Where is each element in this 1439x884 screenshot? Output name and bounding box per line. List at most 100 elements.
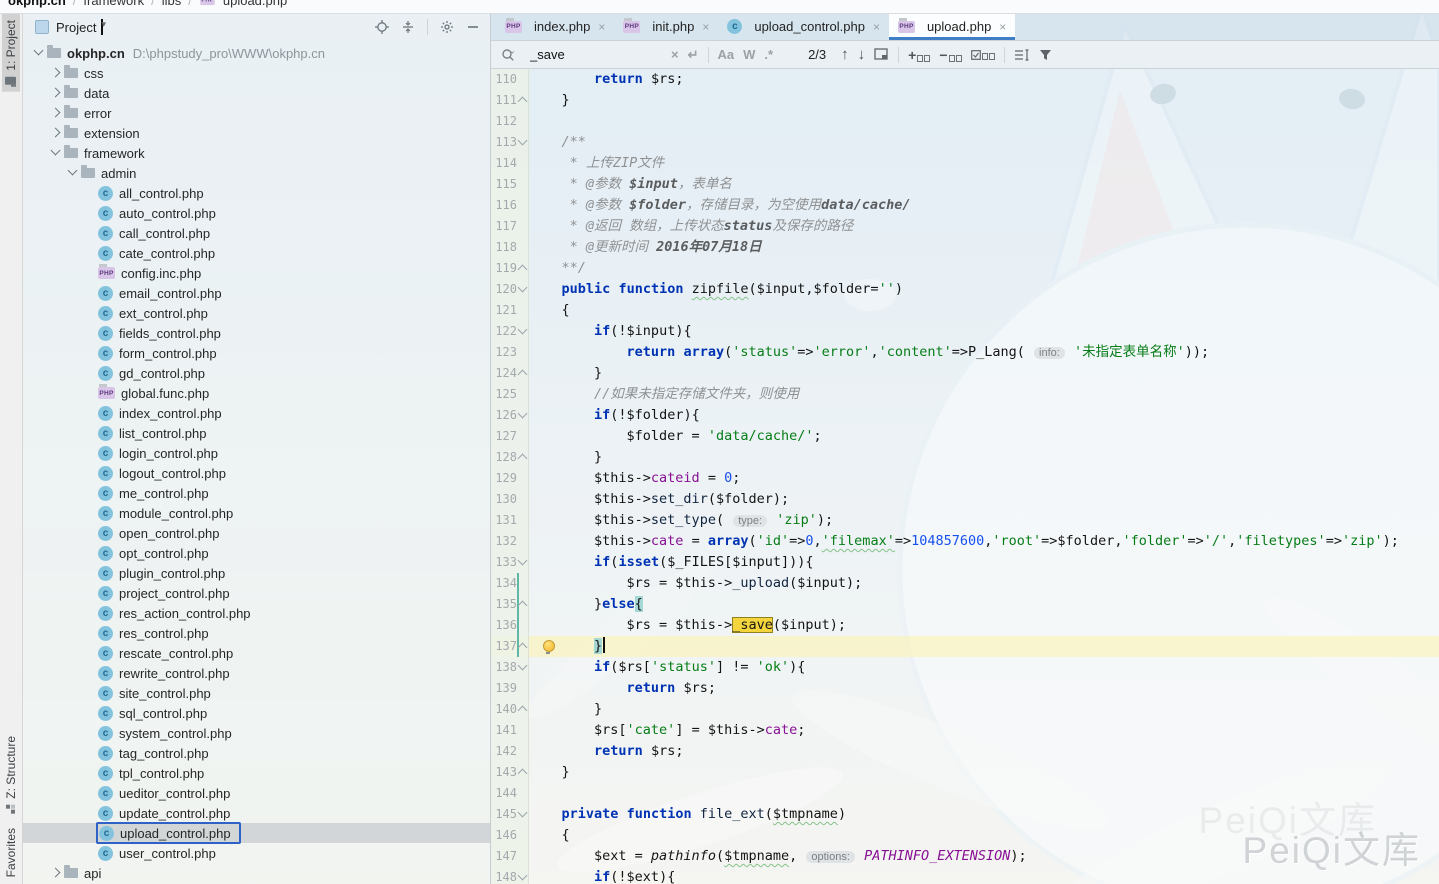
remove-occurrence-icon[interactable]: − — [939, 48, 961, 62]
tree-item-okphp-cn[interactable]: okphp.cnD:\phpstudy_pro\WWW\okphp.cn — [23, 43, 490, 63]
tab-init-php[interactable]: PHPinit.php× — [614, 13, 718, 40]
tree-item-user-control-php[interactable]: cuser_control.php — [23, 843, 490, 863]
tree-item-form-control-php[interactable]: cform_control.php — [23, 343, 490, 363]
tree-item-res-control-php[interactable]: cres_control.php — [23, 623, 490, 643]
select-all-occurrences-icon[interactable] — [874, 48, 889, 61]
code-text: $folder = 'data/cache/'; — [529, 426, 822, 447]
tool-button-structure[interactable]: Z: Structure — [2, 729, 20, 821]
fold-start-icon[interactable] — [518, 283, 528, 293]
fold-start-icon[interactable] — [518, 871, 528, 881]
tab-upload-php[interactable]: PHPupload.php× — [889, 13, 1015, 40]
fold-start-icon[interactable] — [518, 661, 528, 671]
tree-item-ueditor-control-php[interactable]: cueditor_control.php — [23, 783, 490, 803]
tree-item-framework[interactable]: framework — [23, 143, 490, 163]
breadcrumb-item-okphp-cn[interactable]: okphp.cn — [8, 0, 66, 8]
fold-end-icon[interactable] — [518, 601, 528, 611]
breadcrumb-item-framework[interactable]: framework — [83, 0, 144, 8]
tree-item-fields-control-php[interactable]: cfields_control.php — [23, 323, 490, 343]
newline-icon[interactable]: ↵ — [688, 47, 699, 63]
fold-start-icon[interactable] — [518, 325, 528, 335]
tree-item-logout-control-php[interactable]: clogout_control.php — [23, 463, 490, 483]
tool-button-favorites[interactable]: Favorites — [2, 821, 20, 884]
tree-item-index-control-php[interactable]: cindex_control.php — [23, 403, 490, 423]
tree-item-email-control-php[interactable]: cemail_control.php — [23, 283, 490, 303]
fold-start-icon[interactable] — [518, 808, 528, 818]
tree-item-tpl-control-php[interactable]: ctpl_control.php — [23, 763, 490, 783]
fold-end-icon[interactable] — [518, 769, 528, 779]
tool-button-favorites-label: Favorites — [4, 828, 18, 877]
tree-item-opt-control-php[interactable]: copt_control.php — [23, 543, 490, 563]
close-tab-icon[interactable]: × — [873, 20, 880, 34]
line-number: 137 — [491, 636, 517, 657]
select-occurrences-icon[interactable] — [971, 50, 995, 60]
close-tab-icon[interactable]: × — [598, 20, 605, 34]
match-case-toggle[interactable]: Aa — [718, 47, 735, 62]
collapse-all-icon[interactable] — [401, 20, 415, 34]
tree-item-error[interactable]: error — [23, 103, 490, 123]
intention-bulb-icon[interactable] — [543, 640, 555, 652]
tree-item-api[interactable]: api — [23, 863, 490, 883]
tree-item-gd-control-php[interactable]: cgd_control.php — [23, 363, 490, 383]
next-match-icon[interactable]: ↓ — [858, 46, 866, 63]
tree-item-data[interactable]: data — [23, 83, 490, 103]
code-area[interactable]: 110 return $rs;111 }112113 /**114 * 上传ZI… — [491, 69, 1439, 884]
fold-start-icon[interactable] — [518, 136, 528, 146]
tree-item-login-control-php[interactable]: clogin_control.php — [23, 443, 490, 463]
tree-item-extension[interactable]: extension — [23, 123, 490, 143]
fold-end-icon[interactable] — [518, 370, 528, 380]
search-icon[interactable] — [501, 48, 519, 62]
add-occurrence-icon[interactable]: + — [908, 48, 930, 62]
line-number: 114 — [491, 153, 517, 174]
fold-end-icon[interactable] — [518, 265, 528, 275]
settings-icon[interactable] — [440, 20, 454, 34]
tree-item-sql-control-php[interactable]: csql_control.php — [23, 703, 490, 723]
tree-item-admin[interactable]: admin — [23, 163, 490, 183]
locate-icon[interactable] — [375, 20, 389, 34]
tree-item-cate-control-php[interactable]: ccate_control.php — [23, 243, 490, 263]
tree-item-ext-control-php[interactable]: cext_control.php — [23, 303, 490, 323]
tree-item-rescate-control-php[interactable]: crescate_control.php — [23, 643, 490, 663]
breadcrumb-item-libs[interactable]: libs — [162, 0, 182, 8]
regex-toggle[interactable]: .* — [764, 47, 773, 62]
tree-item-css[interactable]: css — [23, 63, 490, 83]
tree-item-tag-control-php[interactable]: ctag_control.php — [23, 743, 490, 763]
close-tab-icon[interactable]: × — [702, 20, 709, 34]
tree-item-call-control-php[interactable]: ccall_control.php — [23, 223, 490, 243]
fold-end-icon[interactable] — [518, 97, 528, 107]
tree-item-upload-control-php[interactable]: cupload_control.php — [23, 823, 490, 843]
tree-item-me-control-php[interactable]: cme_control.php — [23, 483, 490, 503]
tree-item-system-control-php[interactable]: csystem_control.php — [23, 723, 490, 743]
tree-item-project-control-php[interactable]: cproject_control.php — [23, 583, 490, 603]
tree-item-auto-control-php[interactable]: cauto_control.php — [23, 203, 490, 223]
tree-item-site-control-php[interactable]: csite_control.php — [23, 683, 490, 703]
filter-funnel-icon[interactable] — [1039, 49, 1052, 61]
find-input[interactable] — [528, 46, 662, 63]
breadcrumb-item-upload-php[interactable]: upload.php — [223, 0, 287, 8]
tree-item-open-control-php[interactable]: copen_control.php — [23, 523, 490, 543]
tree-item-rewrite-control-php[interactable]: crewrite_control.php — [23, 663, 490, 683]
close-tab-icon[interactable]: × — [999, 20, 1006, 34]
tree-item-update-control-php[interactable]: cupdate_control.php — [23, 803, 490, 823]
clear-search-icon[interactable]: × — [671, 47, 679, 62]
hide-panel-icon[interactable] — [466, 20, 480, 34]
tree-item-config-inc-php[interactable]: PHPconfig.inc.php — [23, 263, 490, 283]
tree-item-plugin-control-php[interactable]: cplugin_control.php — [23, 563, 490, 583]
fold-end-icon[interactable] — [518, 643, 528, 653]
tree-item-res-action-control-php[interactable]: cres_action_control.php — [23, 603, 490, 623]
chevron-down-icon[interactable]: ▾ — [101, 19, 103, 35]
fold-end-icon[interactable] — [518, 706, 528, 716]
tab-upload-control-php[interactable]: cupload_control.php× — [718, 13, 889, 40]
fold-start-icon[interactable] — [518, 556, 528, 566]
tab-index-php[interactable]: PHPindex.php× — [496, 13, 614, 40]
words-toggle[interactable]: W — [743, 47, 755, 62]
filter-lines-icon[interactable] — [1014, 49, 1030, 61]
fold-end-icon[interactable] — [518, 454, 528, 464]
tree-item-module-control-php[interactable]: cmodule_control.php — [23, 503, 490, 523]
tree-item-all-control-php[interactable]: call_control.php — [23, 183, 490, 203]
tree-item-list-control-php[interactable]: clist_control.php — [23, 423, 490, 443]
previous-match-icon[interactable]: ↑ — [841, 46, 849, 63]
tool-button-project[interactable]: 1: Project — [2, 13, 20, 92]
line-number: 111 — [491, 90, 517, 111]
fold-start-icon[interactable] — [518, 409, 528, 419]
tree-item-global-func-php[interactable]: PHPglobal.func.php — [23, 383, 490, 403]
